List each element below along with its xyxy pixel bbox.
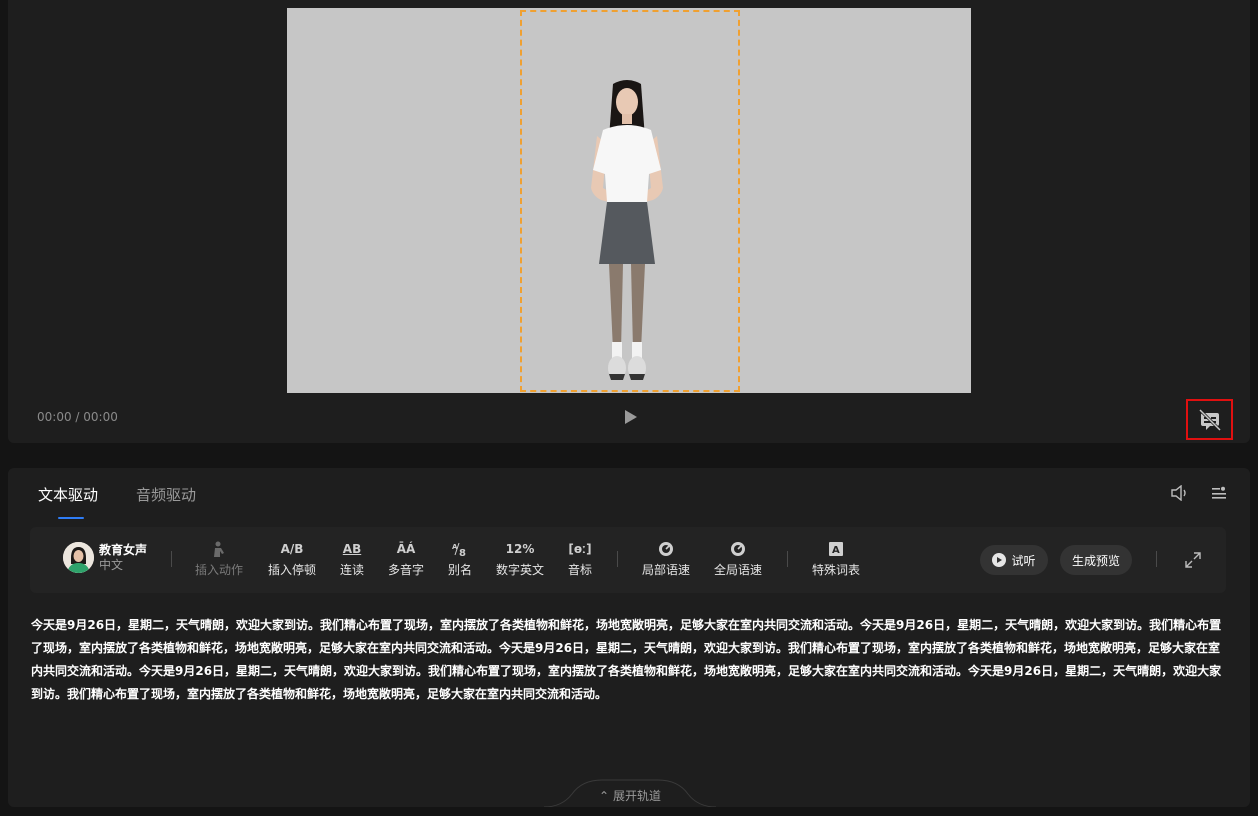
number-percent-icon: 12%	[505, 542, 535, 556]
voice-name: 教育女声	[99, 542, 148, 557]
subtitle-toggle-button[interactable]	[1186, 399, 1233, 440]
local-speed-button[interactable]: 局部语速	[642, 541, 690, 578]
toolbar-divider	[787, 551, 788, 567]
digital-human-figure	[591, 80, 663, 380]
voice-selector[interactable]: 教育女声 中文	[63, 542, 147, 573]
drive-mode-tabs: 文本驱动 音频驱动	[38, 484, 196, 519]
alias-button[interactable]: A8 别名	[448, 541, 472, 578]
voice-language: 中文	[99, 557, 124, 572]
preview-panel: 00:00 / 00:00	[8, 0, 1250, 443]
insert-pause-button[interactable]: A/B 插入停顿	[268, 541, 316, 578]
phonetic-bracket-icon: [ɵː]	[568, 542, 592, 556]
script-toolbar: 教育女声 中文 插入动作 A/B 插入停顿 AB 连读 ĀÁ 多音字 A8 别名…	[30, 527, 1226, 593]
tab-text-drive[interactable]: 文本驱动	[38, 484, 98, 519]
liaison-ab-icon: AB	[342, 542, 362, 556]
toolbar-divider	[171, 551, 172, 567]
editor-panel: 文本驱动 音频驱动 教育女声 中文 插入动作 A/B 插入停顿 AB 连读 ĀÁ…	[8, 468, 1250, 807]
video-stage[interactable]	[287, 8, 971, 393]
liaison-button[interactable]: AB 连读	[340, 541, 364, 578]
tab-audio-drive[interactable]: 音频驱动	[136, 484, 196, 518]
special-terms-button[interactable]: A 特殊词表	[812, 541, 860, 578]
settings-list-icon[interactable]	[1210, 484, 1228, 502]
expand-track-label: 展开轨道	[612, 789, 661, 803]
expand-track-button[interactable]: ⌃ 展开轨道	[544, 778, 716, 807]
global-speed-button[interactable]: 全局语速	[714, 541, 762, 578]
polyphone-button[interactable]: ĀÁ 多音字	[388, 541, 424, 578]
volume-icon[interactable]	[1170, 484, 1188, 502]
play-circle-icon	[992, 553, 1007, 567]
polyphone-icon: ĀÁ	[396, 542, 416, 556]
svg-text:A: A	[832, 545, 840, 556]
script-text-editor[interactable]: 今天是9月26日，星期二，天气晴朗，欢迎大家到访。我们精心布置了现场，室内摆放了…	[31, 614, 1231, 706]
playback-time: 00:00 / 00:00	[37, 410, 118, 424]
insert-action-button[interactable]: 插入动作	[195, 541, 243, 578]
expand-icon	[1185, 552, 1201, 568]
number-english-button[interactable]: 12% 数字英文	[496, 541, 544, 578]
toolbar-divider	[1156, 551, 1157, 567]
voice-avatar	[63, 542, 94, 573]
play-icon	[625, 410, 637, 424]
toolbar-divider	[617, 551, 618, 567]
chevron-up-icon: ⌃	[599, 789, 610, 803]
alias-icon: A8	[451, 541, 469, 557]
gauge-icon	[658, 541, 674, 557]
svg-text:8: 8	[459, 548, 466, 557]
editor-header-actions	[1170, 484, 1228, 502]
phonetic-button[interactable]: [ɵː] 音标	[568, 541, 592, 578]
fullscreen-expand-button[interactable]	[1185, 552, 1201, 568]
gauge-icon	[730, 541, 746, 557]
subtitle-off-icon	[1198, 408, 1221, 431]
play-button[interactable]	[618, 404, 644, 430]
audition-button[interactable]: 试听	[980, 545, 1048, 575]
person-icon	[212, 541, 226, 557]
dictionary-icon: A	[828, 541, 844, 557]
generate-preview-button[interactable]: 生成预览	[1060, 545, 1132, 575]
pause-ab-icon: A/B	[280, 542, 304, 556]
